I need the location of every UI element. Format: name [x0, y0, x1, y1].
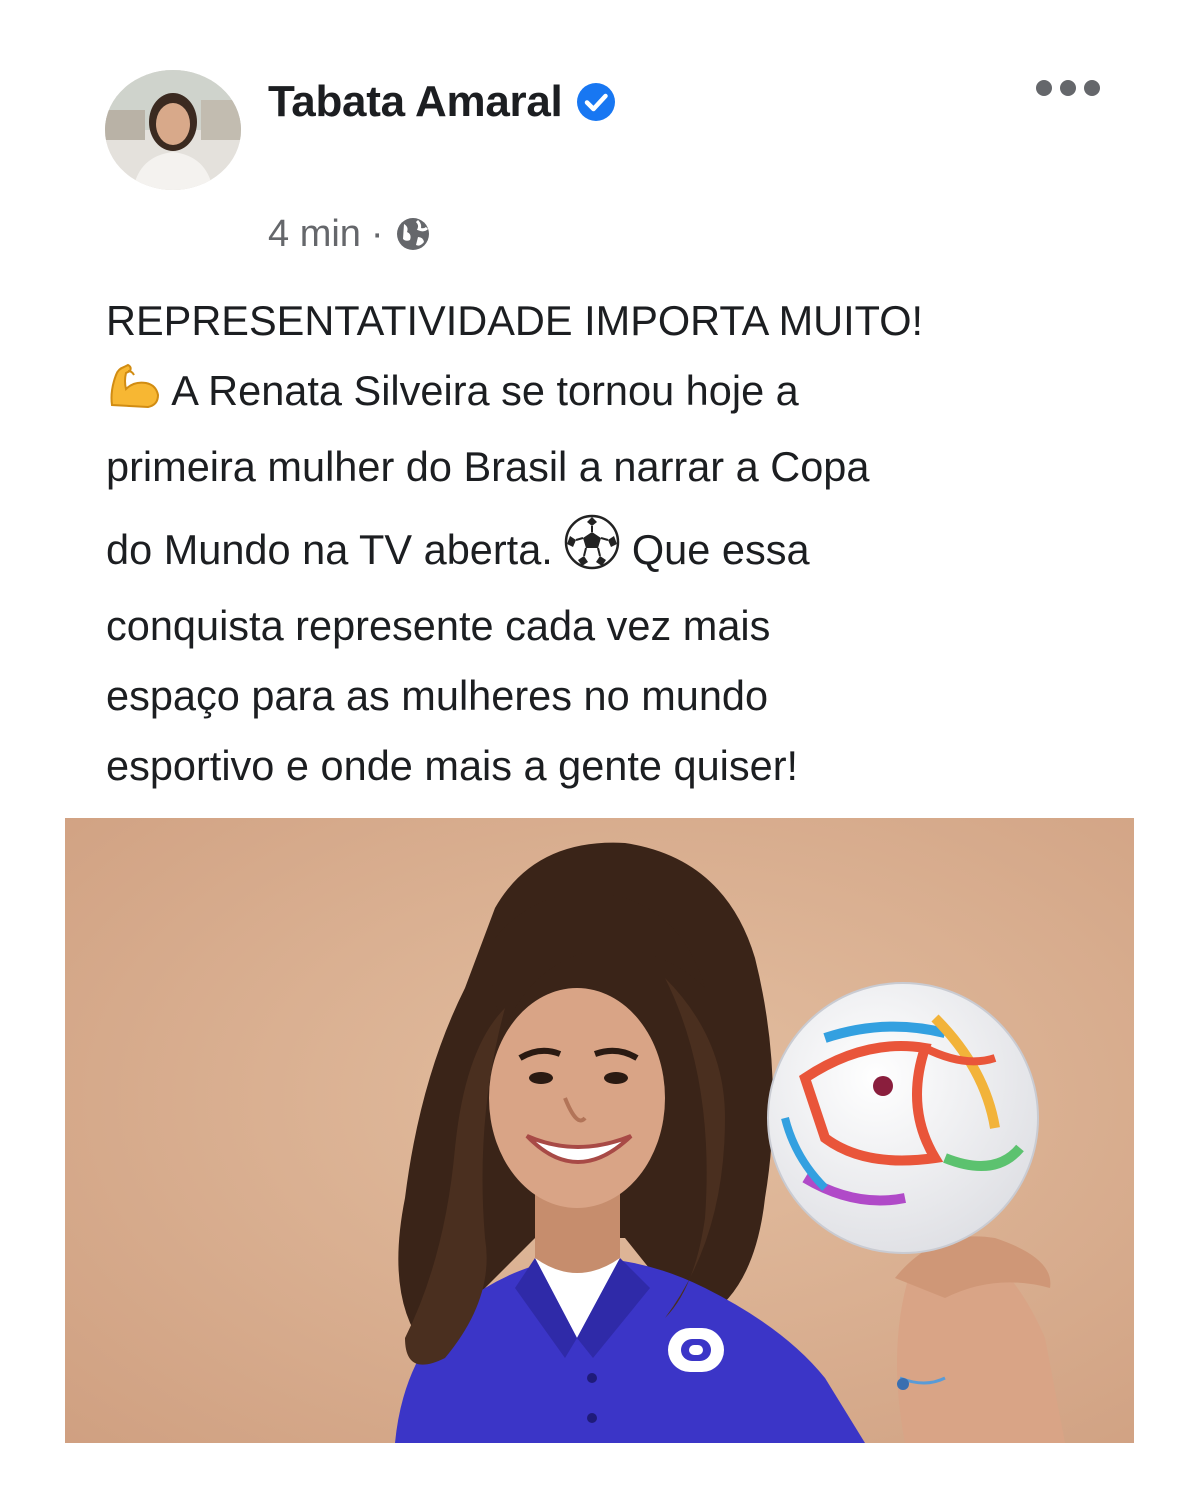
post-photo[interactable] [65, 818, 1134, 1443]
flexed-biceps-icon [106, 361, 162, 432]
soccer-ball-icon [564, 514, 620, 591]
post-line-3a: do Mundo na TV aberta. [106, 526, 553, 573]
globe-icon[interactable] [394, 215, 432, 253]
post-line-1: A Renata Silveira se tornou hoje a [171, 367, 799, 414]
author-name[interactable]: Tabata Amaral [268, 77, 563, 127]
verified-badge-icon [576, 82, 616, 122]
dot [1060, 80, 1076, 96]
author-header: Tabata Amaral [268, 74, 616, 130]
post-headline: REPRESENTATIVIDADE IMPORTA MUITO! [106, 297, 924, 344]
meta-separator: · [370, 212, 384, 255]
post-meta: 4 min · [268, 210, 432, 258]
post-line-5: espaço para as mulheres no mundo [106, 672, 769, 719]
post-line-6: esportivo e onde mais a gente quiser! [106, 742, 799, 789]
dot [1084, 80, 1100, 96]
post-timestamp[interactable]: 4 min [268, 213, 361, 256]
dot [1036, 80, 1052, 96]
post-line: do Mundo na TV aberta. Que essa [106, 514, 1116, 591]
post-line: A Renata Silveira se tornou hoje a [106, 356, 1116, 432]
more-options-ellipsis-icon[interactable] [1036, 74, 1100, 102]
post-line-2: primeira mulher do Brasil a narrar a Cop… [106, 443, 870, 490]
post-line-4: conquista represente cada vez mais [106, 602, 771, 649]
post-line-3b: Que essa [631, 526, 810, 573]
profile-photo [105, 70, 241, 190]
post-body: REPRESENTATIVIDADE IMPORTA MUITO! A Rena… [106, 286, 1116, 801]
post-photo-illustration [65, 818, 1134, 1443]
author-avatar[interactable] [105, 70, 241, 190]
